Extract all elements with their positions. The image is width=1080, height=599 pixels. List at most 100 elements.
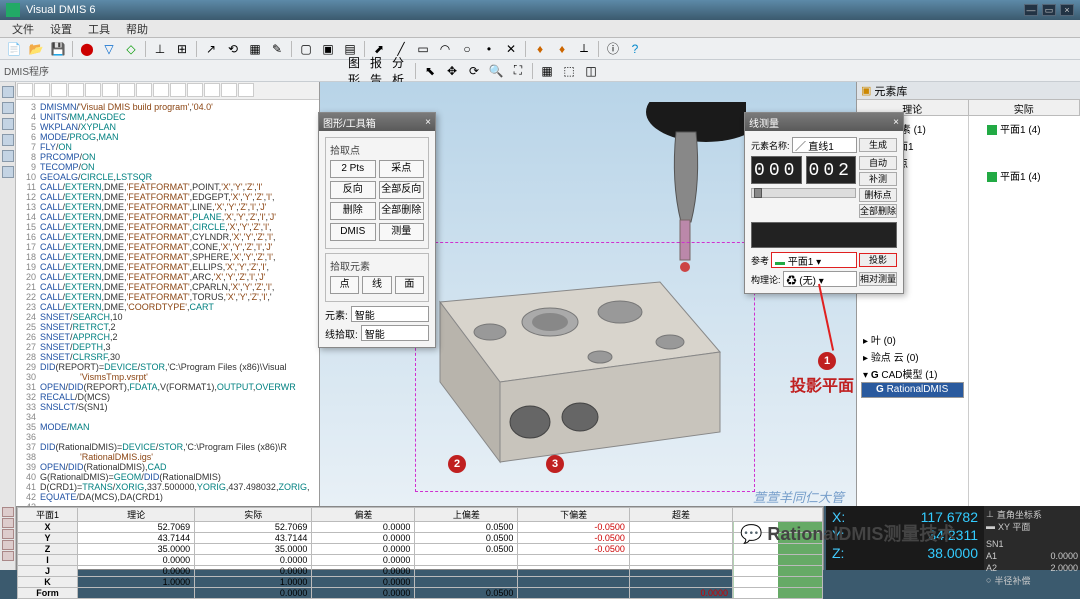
line-measure-dialog[interactable]: 线测量× 元素名称: ╱ 直线1 生成 000 002 自动 补测 删标点 全部… xyxy=(744,112,904,294)
view3-icon[interactable]: ◫ xyxy=(581,62,601,80)
btn-reverse[interactable]: 反向 xyxy=(330,181,376,199)
pan-icon[interactable]: ✥ xyxy=(442,62,462,80)
tab-report[interactable]: 报告 xyxy=(369,62,389,80)
code-save-icon[interactable] xyxy=(51,83,67,97)
new-icon[interactable]: 📄 xyxy=(4,40,24,58)
arrow-icon[interactable]: ⬉ xyxy=(420,62,440,80)
menu-help[interactable]: 帮助 xyxy=(118,21,156,37)
probe2-icon[interactable]: ♦ xyxy=(552,40,572,58)
close-icon[interactable]: × xyxy=(893,117,899,128)
actual-item-2[interactable]: 平面1 (4) xyxy=(973,167,1076,184)
ls-1-icon[interactable] xyxy=(2,86,14,98)
cs-label[interactable]: ⊥ 直角坐标系 xyxy=(986,508,1078,520)
tree-pointcloud[interactable]: ▸ 验点 云 (0) xyxy=(861,348,964,365)
view1-icon[interactable]: ▦ xyxy=(537,62,557,80)
tls-5-icon[interactable] xyxy=(2,551,14,561)
auto-button[interactable]: 自动 xyxy=(859,156,897,170)
btn-point[interactable]: 点 xyxy=(330,276,359,294)
ls-6-icon[interactable] xyxy=(2,166,14,178)
minimize-button[interactable]: — xyxy=(1024,4,1038,16)
tool3-icon[interactable]: ▦ xyxy=(245,40,265,58)
btn-2pts[interactable]: 2 Pts xyxy=(330,160,376,178)
btn-allreverse[interactable]: 全部反向 xyxy=(379,181,425,199)
ls-2-icon[interactable] xyxy=(2,102,14,114)
delpt-button[interactable]: 删标点 xyxy=(859,188,897,202)
rect-icon[interactable]: ▭ xyxy=(413,40,433,58)
btn-line[interactable]: 线 xyxy=(362,276,391,294)
tree-item-rationaldmis[interactable]: G RationalDMIS xyxy=(861,382,964,398)
ls-3-icon[interactable] xyxy=(2,118,14,130)
code-c-icon[interactable] xyxy=(221,83,237,97)
tls-4-icon[interactable] xyxy=(2,540,14,550)
code-editor[interactable]: 3DMISMN/'Visual DMIS build program','04.… xyxy=(16,100,319,506)
probe-icon[interactable]: ▽ xyxy=(99,40,119,58)
save-icon[interactable]: 💾 xyxy=(48,40,68,58)
element-select[interactable]: 智能 xyxy=(351,306,429,322)
code-cut-icon[interactable] xyxy=(102,83,118,97)
code-open-icon[interactable] xyxy=(34,83,50,97)
box2-icon[interactable]: ▣ xyxy=(318,40,338,58)
btn-dmis[interactable]: DMIS xyxy=(330,223,376,241)
linepick-select[interactable]: 智能 xyxy=(361,325,429,341)
radius-comp[interactable]: ○ 半径补偿 xyxy=(986,574,1078,586)
code-undo-icon[interactable] xyxy=(68,83,84,97)
probe1-icon[interactable]: ♦ xyxy=(530,40,550,58)
probe3-icon[interactable]: ⟂ xyxy=(574,40,594,58)
toolbox-dialog[interactable]: 图形/工具箱× 拾取点 2 Pts 采点 反向 全部反向 删除 全部删除 DMI… xyxy=(318,112,436,348)
close-button[interactable]: × xyxy=(1060,4,1074,16)
measure-icon[interactable]: ⬤ xyxy=(77,40,97,58)
toolbox-title[interactable]: 图形/工具箱× xyxy=(319,113,435,131)
slider[interactable] xyxy=(751,188,856,198)
btn-deleteall[interactable]: 全部删除 xyxy=(379,202,425,220)
tool2-icon[interactable]: ⟲ xyxy=(223,40,243,58)
tls-2-icon[interactable] xyxy=(2,518,14,528)
tls-1-icon[interactable] xyxy=(2,507,14,517)
maximize-button[interactable]: ▭ xyxy=(1042,4,1056,16)
btn-measure[interactable]: 测量 xyxy=(379,223,425,241)
rel-button[interactable]: 相对测量 xyxy=(859,272,897,286)
code-stop-icon[interactable] xyxy=(170,83,186,97)
plane-label[interactable]: ▬ XY 平面 xyxy=(986,520,1078,532)
arc-icon[interactable]: ◠ xyxy=(435,40,455,58)
ref-select[interactable]: ▬ 平面1 ▾ xyxy=(771,252,857,268)
gen-button[interactable]: 生成 xyxy=(859,138,897,152)
name-input[interactable]: ╱ 直线1 xyxy=(792,137,857,153)
menu-settings[interactable]: 设置 xyxy=(42,21,80,37)
cross-icon[interactable]: ✕ xyxy=(501,40,521,58)
align-icon[interactable]: ⊞ xyxy=(172,40,192,58)
help-icon[interactable]: ? xyxy=(625,40,645,58)
ls-5-icon[interactable] xyxy=(2,150,14,162)
zoom-icon[interactable]: 🔍 xyxy=(486,62,506,80)
tree-leaf[interactable]: ▸ 叶 (0) xyxy=(861,331,964,348)
tab-analyze[interactable]: 分析 xyxy=(391,62,411,80)
linemeas-title[interactable]: 线测量× xyxy=(745,113,903,131)
btn-pickpt[interactable]: 采点 xyxy=(379,160,425,178)
circle-icon[interactable]: ○ xyxy=(457,40,477,58)
tab-graphic[interactable]: 图形 xyxy=(347,62,367,80)
delall-button[interactable]: 全部删除 xyxy=(859,204,897,218)
code-redo-icon[interactable] xyxy=(85,83,101,97)
actual-item-1[interactable]: 平面1 (4) xyxy=(973,120,1076,137)
replan-button[interactable]: 补测 xyxy=(859,172,897,186)
code-b-icon[interactable] xyxy=(204,83,220,97)
open-icon[interactable]: 📂 xyxy=(26,40,46,58)
menu-tools[interactable]: 工具 xyxy=(80,21,118,37)
code-a-icon[interactable] xyxy=(187,83,203,97)
view2-icon[interactable]: ⬚ xyxy=(559,62,579,80)
proj-button[interactable]: 投影 xyxy=(859,253,897,267)
plane-icon[interactable]: ◇ xyxy=(121,40,141,58)
pt-icon[interactable]: • xyxy=(479,40,499,58)
box-icon[interactable]: ▢ xyxy=(296,40,316,58)
btn-delete[interactable]: 删除 xyxy=(330,202,376,220)
code-run-icon[interactable] xyxy=(153,83,169,97)
fit-icon[interactable]: ⛶ xyxy=(508,62,528,80)
close-icon[interactable]: × xyxy=(425,117,431,128)
tls-3-icon[interactable] xyxy=(2,529,14,539)
tool4-icon[interactable]: ✎ xyxy=(267,40,287,58)
code-paste-icon[interactable] xyxy=(136,83,152,97)
menu-file[interactable]: 文件 xyxy=(4,21,42,37)
btn-face[interactable]: 面 xyxy=(395,276,424,294)
info-icon[interactable]: ⓘ xyxy=(603,40,623,58)
rotate-icon[interactable]: ⟳ xyxy=(464,62,484,80)
actual-tree[interactable]: 平面1 (4) 平面1 (4) xyxy=(969,116,1080,506)
